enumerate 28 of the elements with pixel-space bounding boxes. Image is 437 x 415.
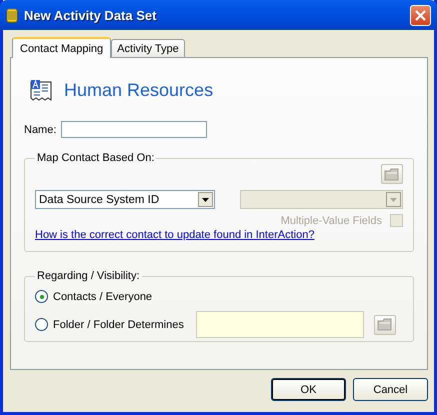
folder-field[interactable]	[196, 311, 364, 338]
name-field[interactable]	[61, 121, 208, 138]
dropdown-arrow-icon	[202, 198, 209, 202]
radio-option[interactable]: Contacts / Everyone	[35, 290, 152, 303]
radio-button[interactable]	[35, 318, 48, 331]
header-title: Human Resources	[64, 80, 214, 100]
group-title: Map Contact Based On:	[36, 152, 156, 164]
dialog-button[interactable]: OK	[271, 378, 346, 401]
name-label: Name:	[24, 124, 56, 136]
help-link[interactable]: How is the correct contact to update found in InterAction?	[35, 229, 314, 241]
app-icon	[6, 7, 18, 23]
field-dropdown[interactable]: Data Source System ID	[35, 190, 215, 209]
group-title: Regarding / Visibility:	[36, 270, 141, 282]
window-title: New Activity Data Set	[24, 8, 158, 22]
radio-option[interactable]: Folder / Folder Determines	[35, 318, 184, 331]
dropdown-arrow-icon	[390, 198, 397, 202]
tab[interactable]: Activity Type	[111, 39, 185, 57]
checkbox-label: Multiple-Value Fields	[280, 214, 382, 226]
browse-button[interactable]	[381, 164, 403, 184]
dialog-button[interactable]: Cancel	[353, 378, 428, 401]
close-button[interactable]	[410, 4, 431, 26]
browse-button[interactable]	[374, 314, 396, 334]
tab[interactable]: Contact Mapping	[12, 37, 112, 58]
close-icon	[415, 10, 426, 20]
folder-icon	[376, 318, 393, 331]
address-card-icon	[28, 77, 54, 103]
radio-button[interactable]	[35, 290, 48, 303]
folder-icon	[384, 168, 400, 180]
